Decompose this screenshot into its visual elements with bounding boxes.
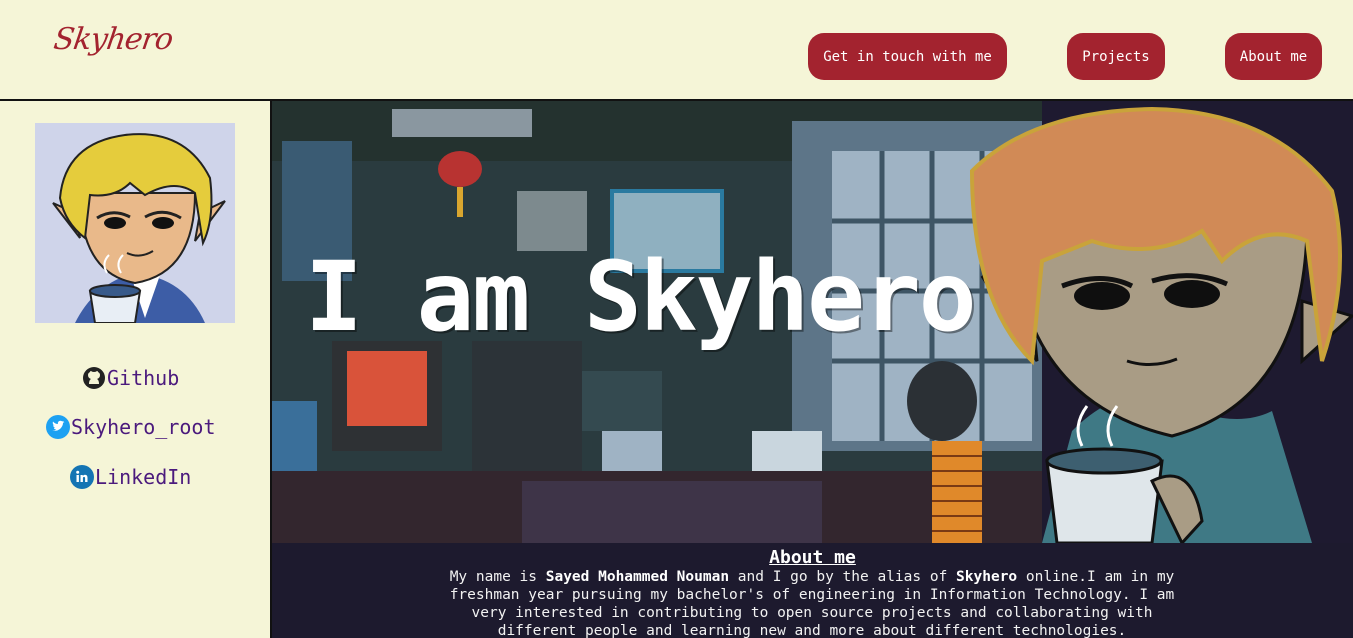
about-paragraph: My name is Sayed Mohammed Nouman and I g…: [432, 568, 1192, 638]
about-heading: About me: [769, 547, 856, 568]
sidebar-link-label: LinkedIn: [95, 465, 192, 489]
linkedin-icon: [70, 465, 94, 489]
about-text-part: and I go by the alias of: [729, 569, 957, 585]
about-text-part: My name is: [449, 569, 546, 585]
sidebar-link-linkedin[interactable]: LinkedIn: [70, 465, 191, 489]
site-logo[interactable]: Skyhero: [52, 22, 175, 57]
avatar: [35, 123, 235, 323]
github-icon: [82, 366, 106, 390]
contact-button[interactable]: Get in touch with me: [808, 33, 1007, 80]
avatar-illustration: [35, 123, 235, 323]
about-alias: Skyhero: [956, 569, 1018, 585]
sidebar-link-label: Skyhero_root: [71, 415, 216, 439]
sidebar: Github Skyhero_root LinkedIn: [0, 101, 272, 638]
sidebar-link-twitter[interactable]: Skyhero_root: [46, 415, 216, 439]
header: Skyhero Get in touch with me Projects Ab…: [0, 0, 1353, 101]
sidebar-link-label: Github: [107, 366, 180, 390]
hero-banner: I am Skyhero: [272, 101, 1353, 543]
twitter-icon: [46, 415, 70, 439]
hero-title: I am Skyhero: [305, 241, 977, 353]
about-button[interactable]: About me: [1225, 33, 1322, 80]
main-content: I am Skyhero About me My name is Sayed M…: [272, 101, 1353, 638]
projects-button[interactable]: Projects: [1067, 33, 1165, 80]
about-name: Sayed Mohammed Nouman: [545, 569, 730, 585]
sidebar-link-github[interactable]: Github: [82, 366, 179, 390]
